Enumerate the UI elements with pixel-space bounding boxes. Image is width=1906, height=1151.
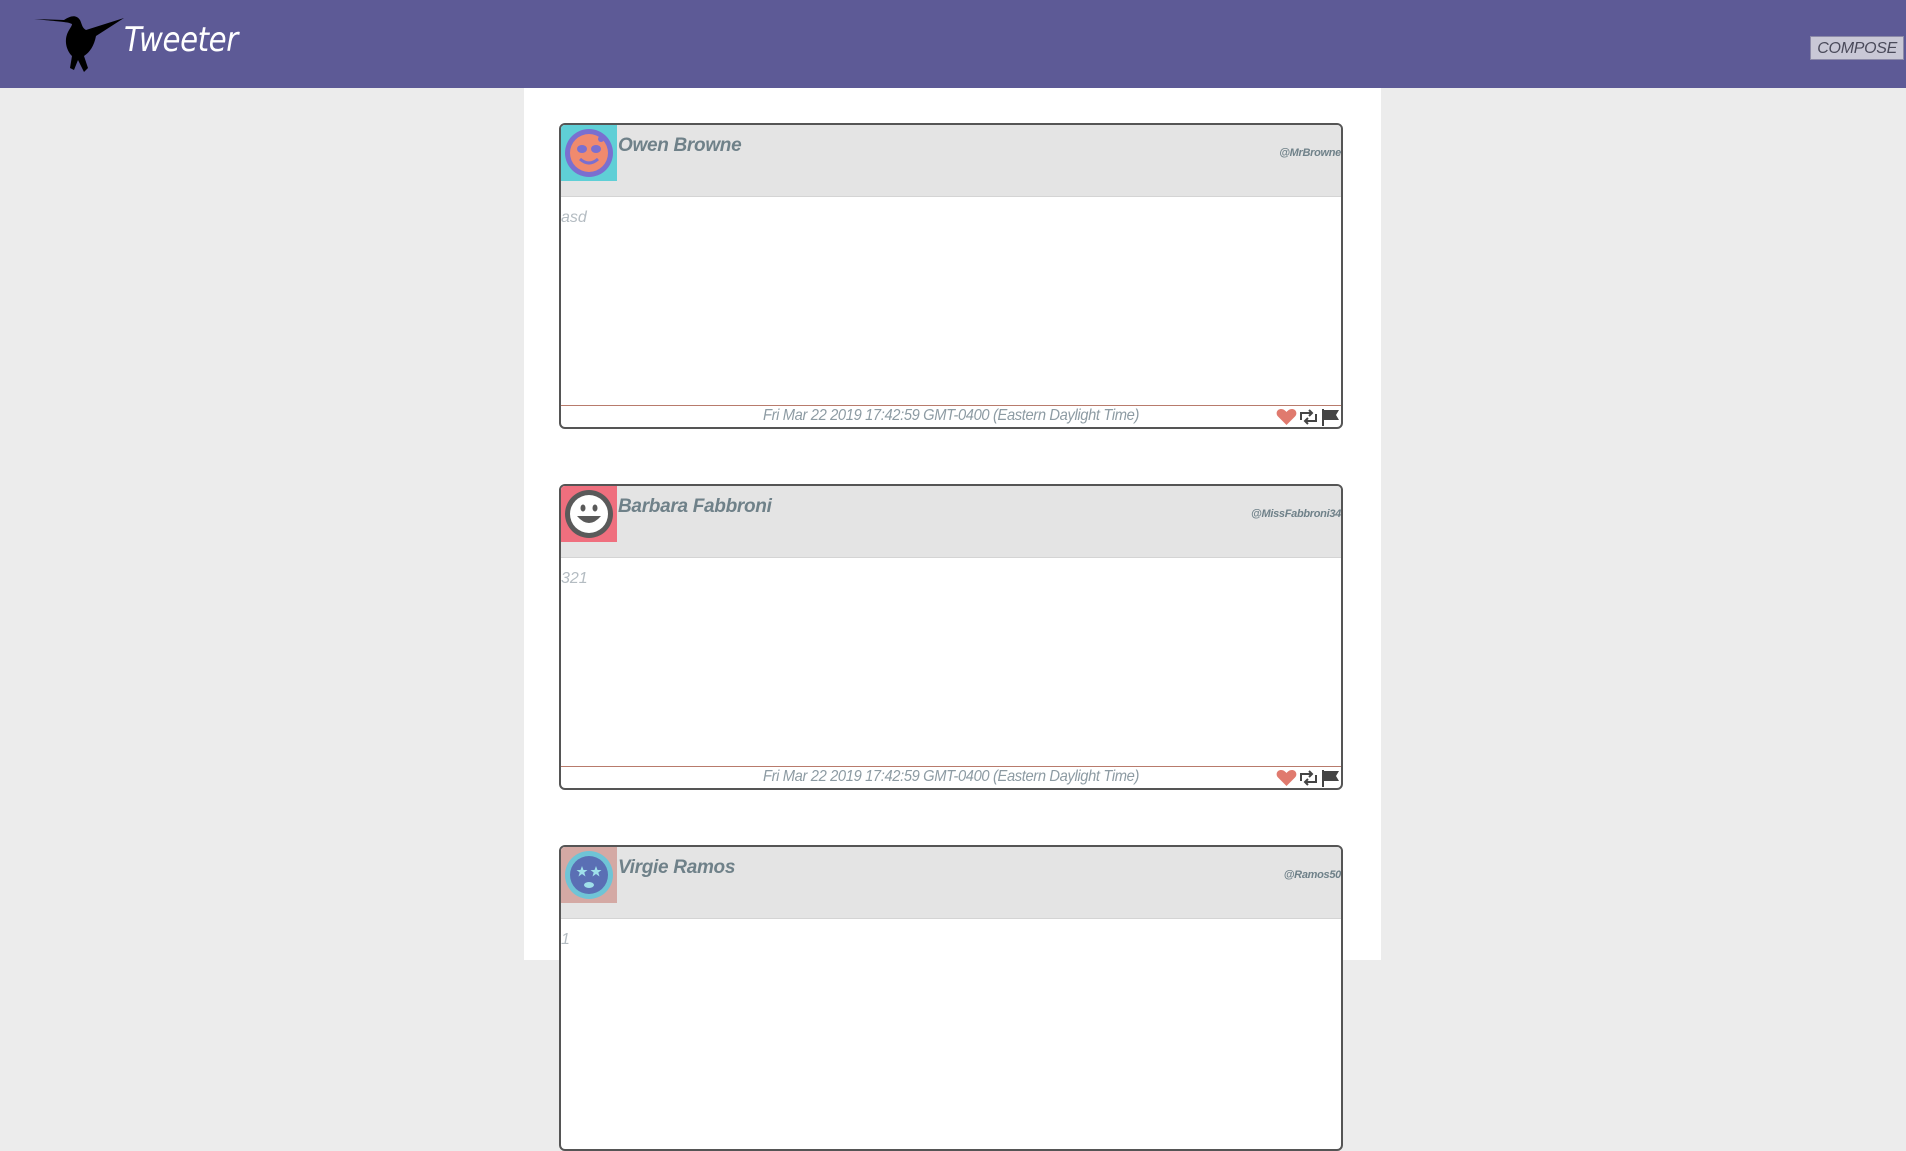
heart-icon[interactable] bbox=[1276, 408, 1297, 426]
user-name[interactable]: Owen Browne bbox=[618, 135, 742, 157]
retweet-icon[interactable] bbox=[1298, 769, 1319, 787]
app-title[interactable]: Tweeter bbox=[124, 20, 238, 60]
tweet-footer: Fri Mar 22 2019 17:42:59 GMT-0400 (Easte… bbox=[561, 405, 1341, 427]
flag-icon[interactable] bbox=[1320, 408, 1341, 426]
tweet-header: Barbara Fabbroni @MissFabbroni34 bbox=[561, 486, 1341, 558]
flag-icon[interactable] bbox=[1320, 769, 1341, 787]
user-handle[interactable]: @Ramos50 bbox=[1284, 869, 1341, 881]
tweet-actions bbox=[1276, 769, 1341, 787]
compose-button[interactable]: COMPOSE bbox=[1810, 36, 1904, 60]
planet-face-avatar-icon[interactable] bbox=[561, 125, 617, 181]
user-handle[interactable]: @MrBrowne bbox=[1279, 147, 1341, 159]
tweet-text: asd bbox=[561, 209, 587, 226]
tweet-text: 1 bbox=[561, 931, 570, 948]
tweet-feed: Owen Browne @MrBrowne asd Fri Mar 22 201… bbox=[524, 88, 1381, 1151]
tweet-card: Owen Browne @MrBrowne asd Fri Mar 22 201… bbox=[559, 123, 1343, 429]
tweet-card: Barbara Fabbroni @MissFabbroni34 321 Fri… bbox=[559, 484, 1343, 790]
tweet-header: Owen Browne @MrBrowne bbox=[561, 125, 1341, 197]
tweet-header: Virgie Ramos @Ramos50 bbox=[561, 847, 1341, 919]
top-navbar: Tweeter COMPOSE bbox=[0, 0, 1906, 88]
star-eyes-face-avatar-icon[interactable] bbox=[561, 847, 617, 903]
tweet-timestamp: Fri Mar 22 2019 17:42:59 GMT-0400 (Easte… bbox=[763, 768, 1139, 785]
tweet-timestamp: Fri Mar 22 2019 17:42:59 GMT-0400 (Easte… bbox=[763, 407, 1139, 424]
tweet-text: 321 bbox=[561, 570, 588, 587]
hummingbird-icon[interactable] bbox=[34, 10, 124, 74]
tweet-footer: Fri Mar 22 2019 17:42:59 GMT-0400 (Easte… bbox=[561, 766, 1341, 788]
heart-icon[interactable] bbox=[1276, 769, 1297, 787]
tweet-actions bbox=[1276, 408, 1341, 426]
grinning-face-avatar-icon[interactable] bbox=[561, 486, 617, 542]
tweet-card: Virgie Ramos @Ramos50 1 bbox=[559, 845, 1343, 1151]
user-name[interactable]: Virgie Ramos bbox=[618, 857, 735, 879]
retweet-icon[interactable] bbox=[1298, 408, 1319, 426]
user-name[interactable]: Barbara Fabbroni bbox=[618, 496, 772, 518]
user-handle[interactable]: @MissFabbroni34 bbox=[1251, 508, 1341, 520]
